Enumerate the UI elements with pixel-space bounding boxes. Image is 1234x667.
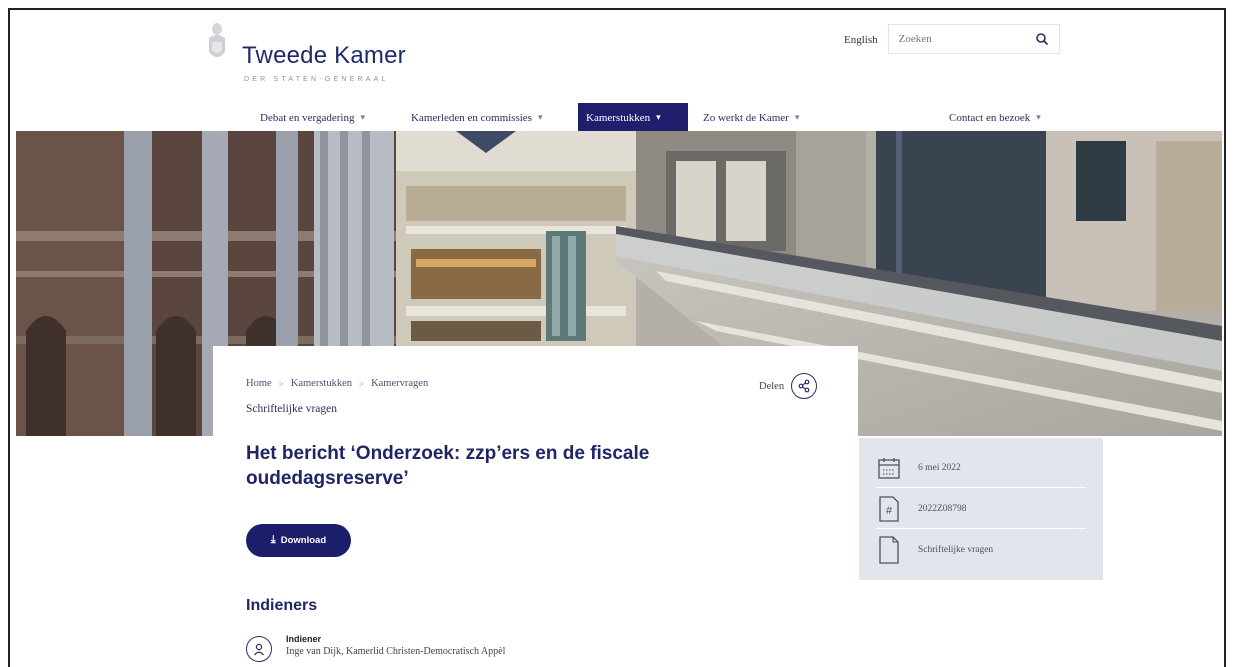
download-label: Download	[280, 535, 327, 546]
logo-title: Tweede Kamer	[242, 42, 406, 69]
hash-icon: #	[876, 494, 902, 524]
meta-type-row: Schriftelijke vragen	[876, 530, 1086, 570]
indiener-entry: Indiener Inge van Dijk, Kamerlid Christe…	[246, 634, 505, 662]
person-icon	[246, 636, 272, 662]
chevron-down-icon: ▾	[537, 112, 543, 122]
language-link[interactable]: English	[844, 34, 878, 46]
share-icon	[791, 373, 818, 399]
breadcrumb: Home > Kamerstukken > Kamervragen	[246, 378, 428, 389]
breadcrumb-kamervragen[interactable]: Kamervragen	[371, 378, 428, 389]
nav-item-kamerleden[interactable]: Kamerleden en commissies ▾	[403, 103, 551, 132]
page-title: Het bericht ‘Onderzoek: zzp’ers en de fi…	[246, 443, 650, 489]
content-card: Home > Kamerstukken > Kamervragen Schrif…	[213, 346, 858, 667]
top-utilities: English	[844, 24, 1060, 54]
search-input[interactable]	[898, 33, 1035, 45]
nav-item-kamerstukken[interactable]: Kamerstukken ▾	[578, 103, 688, 132]
meta-date: 6 mei 2022	[918, 462, 961, 473]
search-box	[887, 24, 1060, 54]
share-label: Delen	[759, 380, 785, 392]
breadcrumb-separator: >	[278, 378, 284, 389]
breadcrumb-home[interactable]: Home	[246, 378, 272, 389]
document-icon	[876, 535, 902, 565]
site-logo[interactable]: Tweede Kamer DER STATEN-GENERAAL	[206, 20, 406, 83]
download-icon: ⤓	[270, 534, 276, 546]
svg-text:#: #	[886, 505, 893, 517]
browser-frame: Tweede Kamer DER STATEN-GENERAAL English…	[8, 8, 1226, 667]
meta-number-row: # 2022Z08798	[876, 489, 1086, 529]
indieners-heading: Indieners	[246, 597, 318, 614]
chevron-down-icon: ▾	[1036, 112, 1041, 122]
meta-number: 2022Z08798	[918, 503, 967, 514]
main-navigation: Debat en vergadering ▾ Kamerleden en comm…	[10, 103, 1224, 133]
breadcrumb-kamerstukken[interactable]: Kamerstukken	[291, 378, 352, 389]
crest-icon	[209, 23, 225, 57]
search-icon[interactable]	[1035, 32, 1049, 46]
indiener-name[interactable]: Inge van Dijk, Kamerlid Christen-Democra…	[286, 646, 505, 657]
calendar-icon	[876, 453, 902, 483]
share-button[interactable]: Delen	[759, 373, 818, 399]
meta-date-row: 6 mei 2022	[876, 448, 1086, 488]
chevron-down-icon: ▾	[794, 112, 800, 122]
metadata-panel: 6 mei 2022 # 2022Z08798 Schriftelijke vr…	[859, 438, 1103, 580]
download-button[interactable]: ⤓ Download	[246, 524, 351, 557]
breadcrumb-separator: >	[358, 378, 365, 389]
nav-item-zo-werkt[interactable]: Zo werkt de Kamer ▾	[695, 103, 807, 132]
nav-item-debat[interactable]: Debat en vergadering ▾	[252, 103, 373, 132]
chevron-down-icon: ▾	[360, 112, 366, 122]
document-type-label: Schriftelijke vragen	[246, 403, 338, 415]
meta-type: Schriftelijke vragen	[918, 545, 994, 555]
nav-item-contact[interactable]: Contact en bezoek ▾	[941, 103, 1049, 132]
indiener-label: Indiener	[286, 634, 322, 644]
chevron-down-icon: ▾	[656, 112, 661, 122]
logo-subtitle: DER STATEN-GENERAAL	[244, 76, 389, 83]
